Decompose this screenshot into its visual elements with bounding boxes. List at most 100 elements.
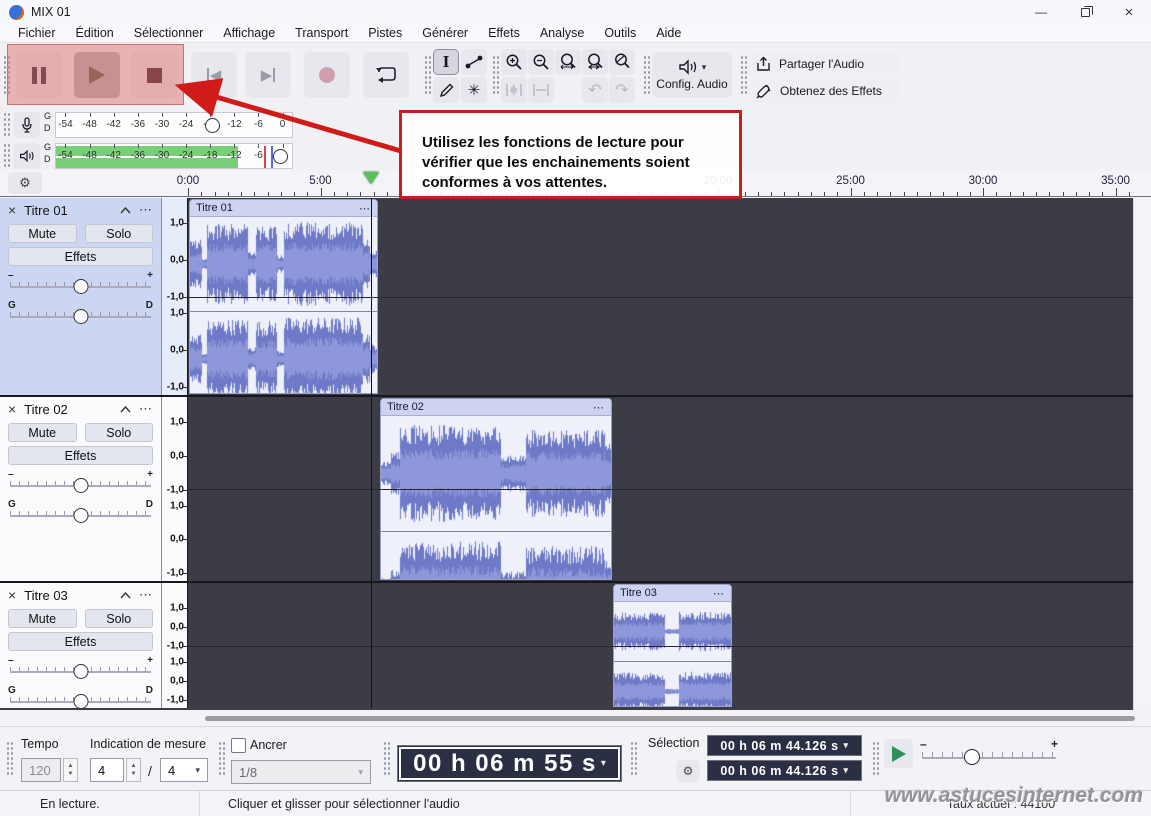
mute-button[interactable]: Mute [8,609,77,628]
time-signature-spinner[interactable]: ▲ ▼ [126,758,141,782]
vertical-scrollbar[interactable] [1133,198,1151,710]
toolbar-grip[interactable] [643,55,650,95]
envelope-tool-button[interactable] [461,49,487,75]
pan-slider[interactable]: GD [8,685,153,708]
timeline-options-button[interactable]: ⚙ [8,172,42,194]
menu-transport[interactable]: Transport [285,26,358,40]
undo-button[interactable]: ↶ [582,77,608,103]
selection-start-field[interactable]: 00 h 06 m 44.126 s ▾ [707,735,862,756]
playback-meter-body[interactable]: -54-48-42-36-30-24-18-12-60 [55,143,293,169]
menu-aide[interactable]: Aide [646,26,691,40]
track-menu-icon[interactable]: ⋯ [139,401,153,417]
effects-button[interactable]: Effets [8,446,153,465]
toolbar-grip[interactable] [383,741,390,777]
close-button[interactable]: × [1107,0,1151,24]
snap-select[interactable]: 1/8 ▾ [231,760,371,784]
selection-end-field[interactable]: 00 h 06 m 44.126 s ▾ [707,760,862,781]
collapse-track-icon[interactable] [120,591,131,599]
toolbar-grip[interactable] [6,741,13,777]
close-track-icon[interactable]: × [8,401,16,417]
track-menu-icon[interactable]: ⋯ [139,202,153,218]
toolbar-grip[interactable] [218,741,225,777]
horizontal-scrollbar-thumb[interactable] [205,716,1135,721]
gain-slider[interactable]: – + [8,270,153,296]
gain-slider-thumb[interactable] [73,664,88,679]
multi-tool-button[interactable]: ✳ [461,77,487,103]
skip-to-end-button[interactable]: ▶ [245,52,291,98]
zoom-selection-button[interactable] [555,49,581,75]
close-track-icon[interactable]: × [8,587,16,603]
record-volume-slider[interactable] [204,118,220,133]
clip-menu-icon[interactable]: ⋯ [593,401,605,414]
clip-title[interactable]: Titre 03 [620,587,657,599]
menu-fichier[interactable]: Fichier [8,26,66,40]
solo-button[interactable]: Solo [84,224,153,243]
zoom-out-button[interactable] [528,49,554,75]
mute-button[interactable]: Mute [8,224,77,243]
draw-tool-button[interactable] [433,77,459,103]
selection-options-button[interactable]: ⚙ [676,760,700,782]
pan-slider-thumb[interactable] [73,309,88,324]
silence-audio-button[interactable] [528,77,554,103]
toolbar-grip[interactable] [630,741,637,777]
pan-slider[interactable]: GD [8,499,153,525]
toolbar-grip[interactable] [3,143,10,169]
clip-title[interactable]: Titre 02 [387,401,424,413]
tempo-input[interactable]: 120 [21,758,61,782]
mute-button[interactable]: Mute [8,423,77,442]
toolbar-grip[interactable] [492,55,499,95]
collapse-track-icon[interactable] [120,405,131,413]
close-track-icon[interactable]: × [8,202,16,218]
effects-button[interactable]: Effets [8,247,153,266]
selection-tool-button[interactable]: I [433,49,459,75]
vertical-ruler[interactable]: 1,0 0,0 -1,0 1,0 0,0 -1,0 [162,583,188,708]
clip-menu-icon[interactable]: ⋯ [713,587,725,600]
playback-meter-button[interactable] [13,143,40,169]
menu-selectionner[interactable]: Sélectionner [124,26,214,40]
clip-menu-icon[interactable]: ⋯ [359,202,371,215]
track-waveform-area[interactable]: Titre 01 ⋯ [188,198,1133,395]
menu-generer[interactable]: Générer [412,26,478,40]
get-effects-button[interactable]: Obtenez des Effets [748,79,900,103]
clip-title[interactable]: Titre 01 [196,202,233,214]
track-menu-icon[interactable]: ⋯ [139,587,153,603]
pan-slider-thumb[interactable] [73,694,88,708]
effects-button[interactable]: Effets [8,632,153,651]
toolbar-grip[interactable] [3,112,10,138]
track-waveform-area[interactable]: Titre 02 ⋯ [188,397,1133,581]
track-title[interactable]: Titre 03 [24,588,120,603]
zoom-in-button[interactable] [501,49,527,75]
menu-edition[interactable]: Édition [66,26,124,40]
toolbar-grip[interactable] [424,55,431,95]
gain-slider[interactable]: – + [8,655,153,681]
zoom-toggle-button[interactable] [609,49,635,75]
audio-position-display[interactable]: 00 h 06 m 55 s ▾ [397,745,622,782]
menu-analyse[interactable]: Analyse [530,26,594,40]
playback-volume-slider[interactable] [273,149,289,164]
menu-outils[interactable]: Outils [594,26,646,40]
playhead-marker[interactable] [363,172,379,184]
loop-button[interactable] [363,52,409,98]
zoom-fit-project-button[interactable] [582,49,608,75]
toolbar-grip[interactable] [872,741,879,777]
collapse-track-icon[interactable] [120,206,131,214]
pan-slider[interactable]: GD [8,300,153,326]
gain-slider[interactable]: – + [8,469,153,495]
minimize-button[interactable]: — [1019,0,1063,24]
menu-affichage[interactable]: Affichage [213,26,285,40]
solo-button[interactable]: Solo [84,609,153,628]
toolbar-grip[interactable] [740,55,747,95]
play-at-speed-button[interactable] [884,739,913,768]
horizontal-scrollbar[interactable] [0,710,1151,726]
solo-button[interactable]: Solo [84,423,153,442]
record-meter-button[interactable] [13,112,40,138]
share-audio-button[interactable]: Partager l'Audio [748,52,900,76]
tempo-spinner[interactable]: ▲ ▼ [63,758,78,782]
skip-to-start-button[interactable]: ◀ [191,52,237,98]
record-meter-body[interactable]: -54-48-42-36-30-24-18-12-60 [55,112,293,138]
restore-button[interactable] [1063,0,1107,24]
audio-setup-button[interactable]: ▾ Config. Audio [652,52,732,98]
snap-checkbox[interactable] [231,738,246,753]
record-button[interactable] [304,52,350,98]
recording-meter[interactable]: GD -54-48-42-36-30-24-18-12-60 [0,110,420,140]
